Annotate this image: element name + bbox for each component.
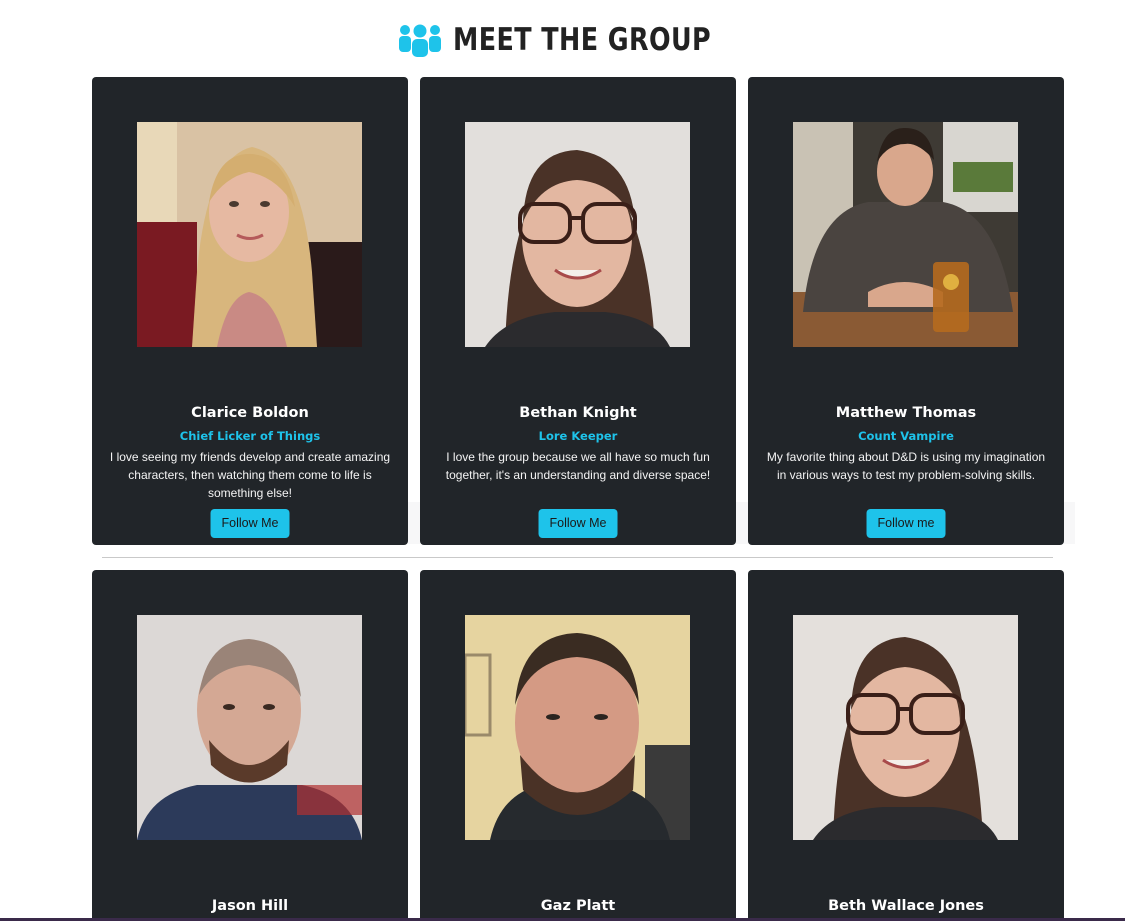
row-divider <box>102 557 1053 558</box>
member-photo <box>465 122 690 347</box>
member-role: Count Vampire <box>858 429 954 443</box>
member-card: Matthew Thomas Count Vampire My favorite… <box>748 77 1064 545</box>
follow-button[interactable]: Follow Me <box>210 509 290 538</box>
member-name: Bethan Knight <box>519 405 637 421</box>
member-name: Beth Wallace Jones <box>828 898 984 914</box>
member-bio: My favorite thing about D&D is using my … <box>766 450 1046 482</box>
member-card: Bethan Knight Lore Keeper I love the gro… <box>420 77 736 545</box>
member-photo <box>137 122 362 347</box>
member-bio: I love seeing my friends develop and cre… <box>109 450 391 500</box>
users-group-icon <box>399 24 442 57</box>
member-card: Clarice Boldon Chief Licker of Things I … <box>92 77 408 545</box>
member-name: Clarice Boldon <box>191 405 309 421</box>
page-header: MEET THE GROUP <box>0 18 1125 62</box>
member-photo <box>793 122 1018 347</box>
member-name: Gaz Platt <box>540 898 616 914</box>
member-card: Beth Wallace Jones <box>748 570 1064 921</box>
member-photo <box>793 615 1018 840</box>
member-card: Jason Hill <box>92 570 408 921</box>
member-bio: I love the group because we all have so … <box>445 450 711 482</box>
member-role: Chief Licker of Things <box>179 429 321 443</box>
member-name: Matthew Thomas <box>835 405 977 421</box>
member-name: Jason Hill <box>211 898 289 914</box>
page-title: MEET THE GROUP <box>453 22 712 58</box>
member-photo <box>137 615 362 840</box>
follow-button[interactable]: Follow me <box>866 509 946 538</box>
follow-button[interactable]: Follow Me <box>538 509 618 538</box>
member-card: Gaz Platt <box>420 570 736 921</box>
member-photo <box>465 615 690 840</box>
member-role: Lore Keeper <box>538 429 618 443</box>
